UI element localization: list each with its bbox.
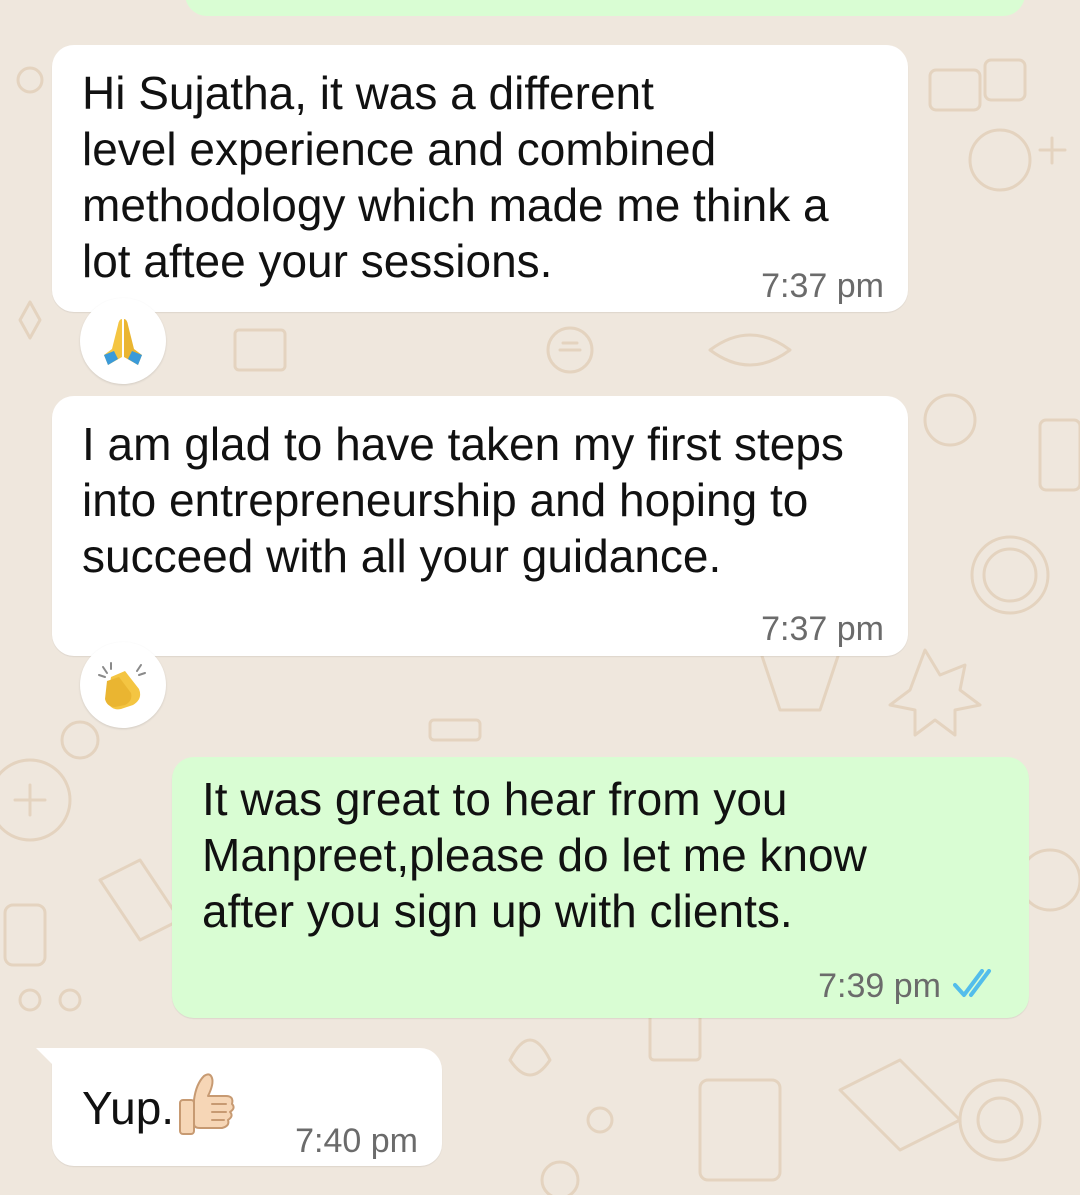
previous-message-bubble [185, 0, 1025, 16]
message-bubble-outgoing[interactable]: It was great to hear from you Manpreet,p… [172, 757, 1029, 1018]
message-bubble-incoming[interactable]: I am glad to have taken my first steps i… [52, 396, 908, 656]
message-timestamp: 7:40 pm [295, 1122, 418, 1160]
message-bubble-incoming[interactable]: Hi Sujatha, it was a different level exp… [52, 45, 908, 312]
message-timestamp: 7:37 pm [761, 267, 884, 305]
message-timestamp: 7:39 pm [818, 967, 941, 1005]
message-timestamp: 7:37 pm [761, 610, 884, 648]
reaction-badge[interactable] [80, 298, 166, 384]
bubble-tail [36, 1048, 58, 1070]
reaction-badge[interactable] [80, 642, 166, 728]
double-check-read-icon [953, 969, 991, 997]
message-bubble-incoming[interactable]: Yup. 7:40 pm [36, 1048, 442, 1166]
message-text: Hi Sujatha, it was a different level exp… [82, 67, 829, 287]
folded-hands-icon [104, 319, 142, 365]
clapping-hands-icon [98, 662, 146, 710]
thumbs-up-icon [179, 1073, 235, 1135]
message-text: I am glad to have taken my first steps i… [82, 418, 844, 582]
message-text: Yup. [82, 1082, 175, 1134]
message-text: It was great to hear from you Manpreet,p… [202, 773, 867, 937]
